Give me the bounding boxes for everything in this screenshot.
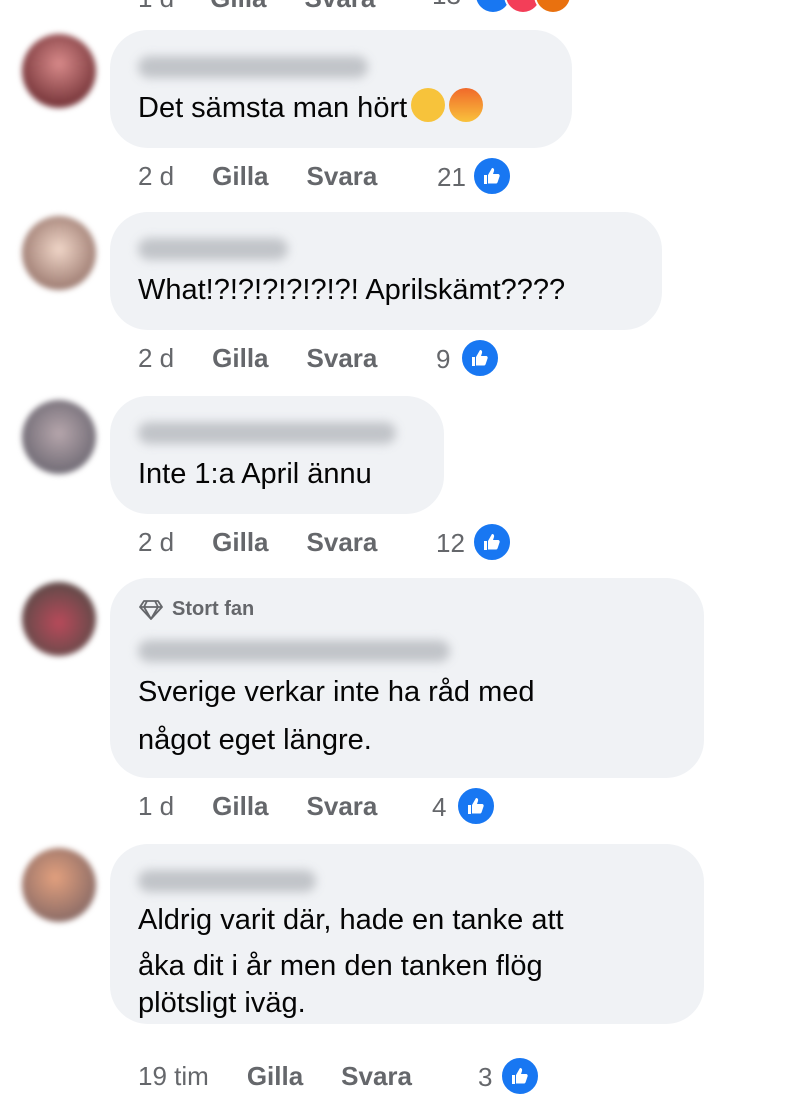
author-name-blurred[interactable] bbox=[138, 422, 396, 444]
avatar[interactable] bbox=[22, 848, 96, 922]
avatar[interactable] bbox=[22, 582, 96, 656]
comment: Aldrig varit där, hade en tanke att åka … bbox=[0, 844, 800, 1096]
avatar[interactable] bbox=[22, 216, 96, 290]
like-reaction-icon[interactable] bbox=[456, 786, 496, 826]
comment-text-line: plötsligt iväg. bbox=[138, 987, 306, 1019]
comment-text: Det sämsta man hört bbox=[138, 84, 484, 132]
author-name-blurred[interactable] bbox=[138, 56, 368, 78]
like-button[interactable]: Gilla bbox=[212, 161, 268, 192]
comment-bubble: Aldrig varit där, hade en tanke att åka … bbox=[110, 844, 704, 1024]
comment-time[interactable]: 1 d bbox=[138, 0, 174, 14]
angry-reaction-icon bbox=[534, 0, 572, 14]
like-reaction-icon[interactable] bbox=[472, 522, 512, 562]
comment-text: Inte 1:a April ännu bbox=[138, 458, 372, 490]
comment-text-line: åka dit i år men den tanken flög bbox=[138, 950, 543, 982]
reaction-count[interactable]: 9 bbox=[436, 344, 450, 375]
reply-button[interactable]: Svara bbox=[307, 343, 378, 374]
like-button[interactable]: Gilla bbox=[212, 343, 268, 374]
reply-button[interactable]: Svara bbox=[307, 791, 378, 822]
diamond-icon bbox=[139, 599, 163, 620]
badge-label: Stort fan bbox=[172, 598, 255, 620]
reaction-count[interactable]: 21 bbox=[437, 162, 466, 193]
avatar[interactable] bbox=[22, 34, 96, 108]
like-button[interactable]: Gilla bbox=[247, 1061, 303, 1092]
author-name-blurred[interactable] bbox=[138, 640, 450, 662]
comment-text-line: något eget längre. bbox=[138, 724, 372, 756]
comment-bubble: Inte 1:a April ännu bbox=[110, 396, 444, 514]
avatar[interactable] bbox=[22, 400, 96, 474]
top-fan-badge: Stort fan bbox=[138, 598, 254, 621]
comment: Inte 1:a April ännu 2 d Gilla Svara 12 bbox=[0, 396, 800, 566]
top-action-row: 1 d Gilla Svara 13 bbox=[0, 0, 800, 18]
comment-time[interactable]: 2 d bbox=[138, 343, 174, 374]
reply-button[interactable]: Svara bbox=[341, 1061, 412, 1092]
author-name-blurred[interactable] bbox=[138, 870, 316, 892]
laughing-tears-emoji bbox=[411, 88, 446, 123]
comment-time[interactable]: 19 tim bbox=[138, 1061, 209, 1092]
comment-text-line: Sverige verkar inte ha råd med bbox=[138, 676, 535, 708]
like-reaction-icon[interactable] bbox=[472, 156, 512, 196]
reaction-count[interactable]: 4 bbox=[432, 792, 446, 823]
comment-time[interactable]: 2 d bbox=[138, 527, 174, 558]
like-button[interactable]: Gilla bbox=[210, 0, 266, 14]
reaction-count[interactable]: 13 bbox=[432, 0, 461, 11]
like-button[interactable]: Gilla bbox=[212, 527, 268, 558]
like-button[interactable]: Gilla bbox=[212, 791, 268, 822]
comment-text-line: Aldrig varit där, hade en tanke att bbox=[138, 904, 564, 936]
reply-button[interactable]: Svara bbox=[307, 161, 378, 192]
comment-time[interactable]: 2 d bbox=[138, 161, 174, 192]
reply-button[interactable]: Svara bbox=[307, 527, 378, 558]
author-name-blurred[interactable] bbox=[138, 238, 288, 260]
comment-time[interactable]: 1 d bbox=[138, 791, 174, 822]
like-reaction-icon[interactable] bbox=[500, 1056, 540, 1096]
comment-bubble: Det sämsta man hört bbox=[110, 30, 572, 148]
like-reaction-icon[interactable] bbox=[460, 338, 500, 378]
comment: Det sämsta man hört 2 d Gilla Svara 21 bbox=[0, 30, 800, 200]
angry-emoji bbox=[449, 88, 484, 123]
comment: Stort fan Sverige verkar inte ha råd med… bbox=[0, 578, 800, 828]
comment-text: What!?!?!?!?!?!?! Aprilskämt???? bbox=[138, 274, 566, 306]
reaction-count[interactable]: 12 bbox=[436, 528, 465, 559]
comment-bubble: Stort fan Sverige verkar inte ha råd med… bbox=[110, 578, 704, 778]
reply-button[interactable]: Svara bbox=[305, 0, 376, 14]
comment-bubble: What!?!?!?!?!?!?! Aprilskämt???? bbox=[110, 212, 662, 330]
comment: What!?!?!?!?!?!?! Aprilskämt???? 2 d Gil… bbox=[0, 212, 800, 382]
